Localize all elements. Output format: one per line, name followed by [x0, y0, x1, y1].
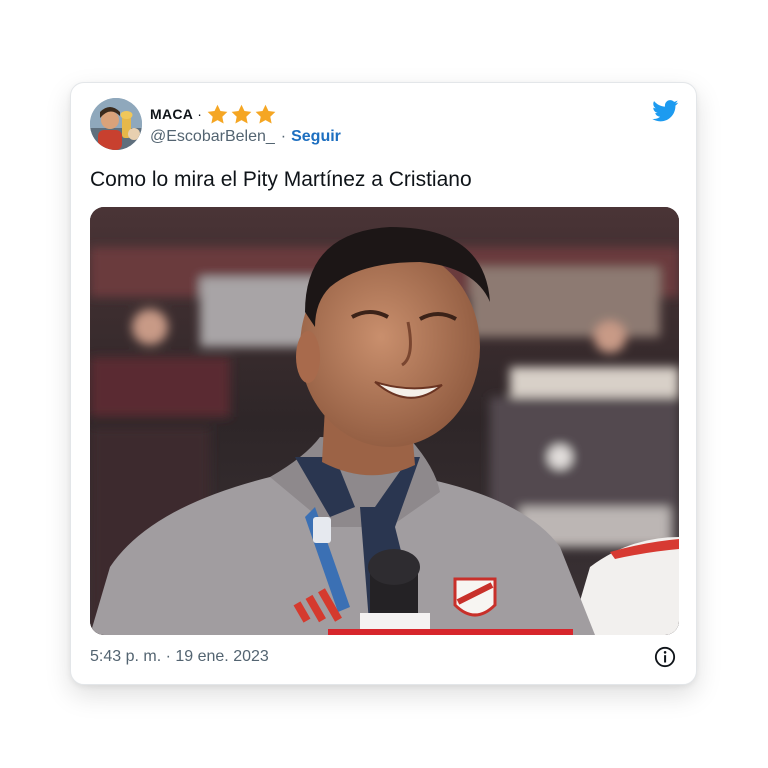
author-handle[interactable]: @EscobarBelen_ [150, 128, 275, 146]
tweet-timestamp[interactable]: 5:43 p. m. · 19 ene. 2023 [90, 648, 269, 666]
author-name[interactable]: MACA [150, 106, 193, 122]
info-icon[interactable] [654, 646, 676, 668]
star-icon [207, 104, 228, 124]
tweet-card: MACA · @EscobarBelen_ · Seguir Como lo m… [70, 82, 697, 685]
handle-line: @EscobarBelen_ · Seguir [150, 126, 341, 148]
handle-separator: · [280, 128, 287, 145]
star-icon [255, 104, 276, 124]
star-icon [231, 104, 252, 124]
tweet-text: Como lo mira el Pity Martínez a Cristian… [90, 168, 472, 191]
follow-button[interactable]: Seguir [291, 128, 341, 146]
twitter-bird-icon[interactable] [652, 100, 679, 122]
avatar[interactable] [90, 98, 142, 150]
tweet-media-image[interactable] [90, 207, 679, 635]
author-line: MACA · [150, 102, 277, 126]
star-badges [206, 103, 277, 126]
name-separator: · [197, 106, 202, 122]
